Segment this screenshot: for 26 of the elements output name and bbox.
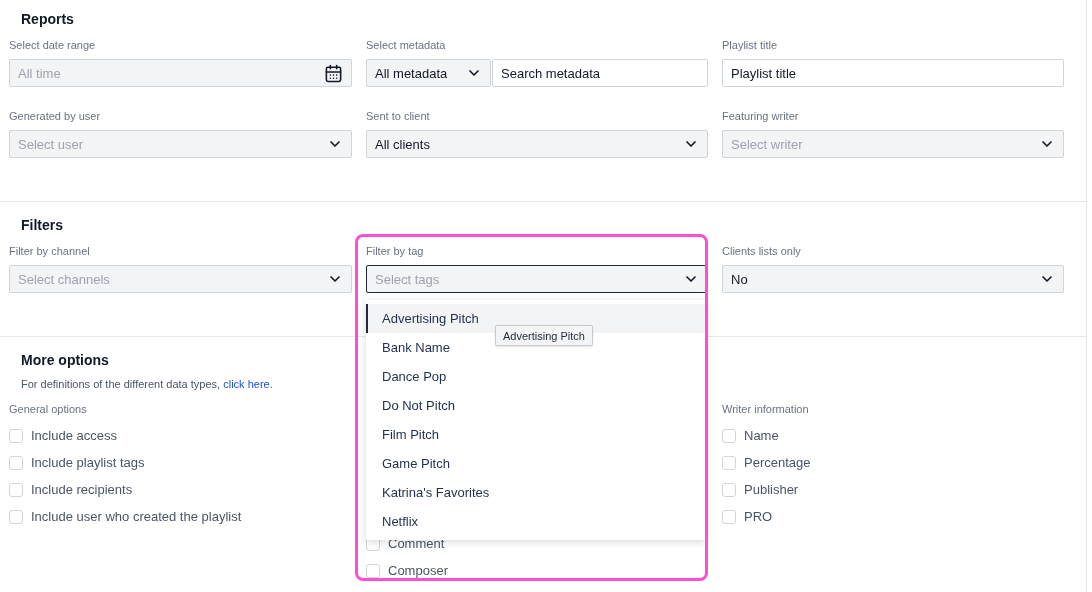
field-label: Generated by user: [9, 109, 102, 123]
checkbox-label: Include user who created the playlist: [31, 509, 242, 524]
field-label: Featuring writer: [722, 109, 800, 123]
section-title: Filters: [21, 216, 63, 234]
group-label: Writer information: [722, 402, 810, 416]
group-label: General options: [9, 402, 88, 416]
checkbox-label: Publisher: [744, 482, 799, 497]
field-label: Playlist title: [722, 38, 779, 52]
section-title: Reports: [21, 10, 74, 28]
field-label: Sent to client: [366, 109, 431, 123]
checkbox-label: Percentage: [744, 455, 811, 470]
field-label: Select metadata: [366, 38, 447, 52]
checkbox-label: Name: [744, 428, 779, 443]
checkbox-label: PRO: [744, 509, 773, 524]
tooltip: Advertising Pitch: [495, 325, 593, 346]
description-text: For definitions of the different data types, click here.: [21, 377, 273, 391]
field-label: Filter by channel: [9, 244, 91, 258]
checkbox-label: Include playlist tags: [31, 455, 145, 470]
field-label: Filter by tag: [366, 244, 425, 258]
field-label: Clients lists only: [722, 244, 802, 258]
field-label: Select date range: [9, 38, 97, 52]
section-title: More options: [21, 351, 109, 369]
checkbox-label: Composer: [388, 563, 448, 578]
checkbox-label: Comment: [388, 536, 445, 551]
checkbox-label: Include recipients: [31, 482, 133, 497]
checkbox-label: Include access: [31, 428, 117, 443]
